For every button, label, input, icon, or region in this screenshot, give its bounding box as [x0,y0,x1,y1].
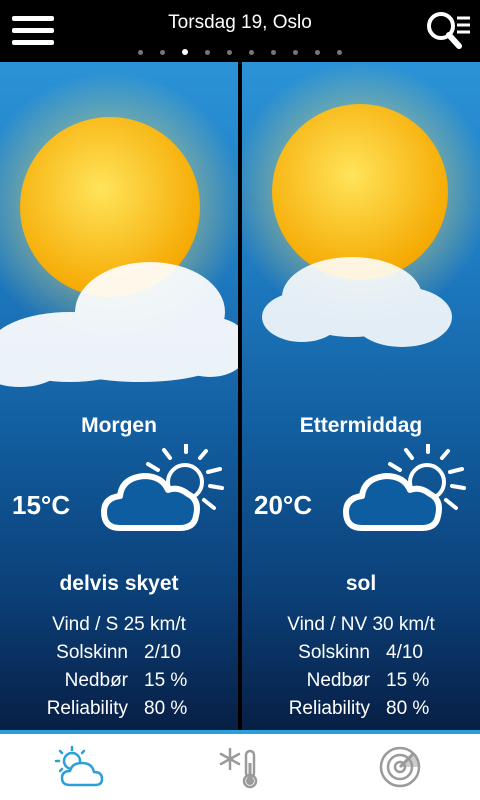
page-dot [227,49,232,55]
partly-cloudy-icon [343,444,466,531]
page-dot [337,49,342,55]
precipitation-value: 15 % [386,670,430,691]
sun-cloud-illustration [0,72,238,387]
reliability-value: 80 % [144,698,188,719]
precipitation-row: Nedbør 15 % [242,670,480,694]
thermometer-tab[interactable] [160,734,320,800]
temperature: 20°C [254,490,313,520]
period-label: Morgen [81,414,157,437]
forecast-panel-morning: Morgen 15°C delvis skyet Vind / S 25 km/… [0,62,238,730]
reliability-value: 80 % [386,698,430,719]
page-dot [249,49,254,55]
precipitation-row: Nedbør 15 % [0,670,238,694]
sunshine-label: Solskinn [298,642,370,663]
reliability-label: Reliability [288,698,370,719]
page-dot [271,49,276,55]
page-dot [315,49,320,55]
sunshine-row: Solskinn 2/10 [0,642,238,666]
partly-cloudy-icon [101,444,224,531]
page-dot [293,49,298,55]
sunshine-value: 4/10 [386,642,423,663]
sunshine-row: Solskinn 4/10 [242,642,480,666]
sunshine-label: Solskinn [56,642,128,663]
condition-text: sol [345,572,377,595]
precipitation-label: Nedbør [64,670,128,691]
temperature: 15°C [12,490,71,520]
page-dot [182,49,188,55]
wind-info: Vind / S 25 km/t [52,614,186,635]
page-dot [160,49,165,55]
period-label: Ettermiddag [299,414,423,437]
page-dot [205,49,210,55]
forecast-panel-afternoon: Ettermiddag 20°C sol Vind / NV 30 km/t S… [242,62,480,730]
wind-info: Vind / NV 30 km/t [287,614,435,635]
cloud-sun-icon [54,745,104,787]
sunshine-value: 2/10 [144,642,181,663]
sun-cloud-illustration [242,62,480,347]
top-bar: Torsdag 19, Oslo [0,0,480,62]
snowflake-thermometer-icon [219,747,258,789]
radar-tab[interactable] [320,734,480,800]
bottom-tab-bar [0,730,480,800]
reliability-row: Reliability 80 % [0,698,238,722]
precipitation-label: Nedbør [306,670,370,691]
page-title: Torsdag 19, Oslo [168,12,312,33]
precipitation-value: 15 % [144,670,188,691]
weather-tab[interactable] [0,734,160,800]
condition-text: delvis skyet [59,572,179,595]
page-dot [138,49,143,55]
reliability-label: Reliability [46,698,128,719]
reliability-row: Reliability 80 % [242,698,480,722]
radar-icon [379,746,421,788]
page-indicator [0,49,480,59]
menu-line [12,40,54,45]
